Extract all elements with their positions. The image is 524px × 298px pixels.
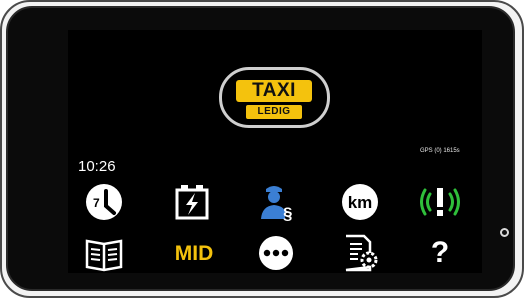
svg-text:§: § (283, 204, 292, 222)
clock: 10:26 (78, 158, 116, 175)
shift-clock-button[interactable]: 7 (82, 182, 126, 222)
screen: TAXI LEDIG GPS (0) 1615s 10:26 7 § km MI… (68, 30, 482, 273)
alert-signal-icon (420, 188, 460, 216)
more-icon (259, 236, 293, 270)
document-settings-button[interactable] (338, 233, 382, 273)
document-settings-icon (345, 234, 378, 272)
mid-label: MID (174, 241, 214, 265)
help-button[interactable]: ? (418, 233, 462, 273)
help-icon: ? (430, 236, 450, 269)
shift-clock-label: 7 (93, 196, 100, 210)
taxi-sign[interactable]: TAXI LEDIG (219, 67, 330, 128)
taxi-sign-status: LEDIG (246, 105, 302, 119)
officer-legal-button[interactable]: § (254, 182, 298, 222)
officer-legal-icon: § (261, 186, 292, 222)
shift-clock-icon: 7 (86, 184, 122, 220)
book-button[interactable] (82, 233, 126, 273)
gps-status: GPS (0) 1615s (420, 148, 460, 154)
km-label: km (348, 193, 373, 212)
mid-button[interactable]: MID (168, 233, 220, 273)
alert-signal-button[interactable] (418, 182, 462, 222)
battery-charge-button[interactable] (170, 182, 214, 222)
book-icon (85, 239, 123, 272)
taxi-sign-title: TAXI (236, 80, 312, 102)
home-button[interactable] (500, 228, 509, 237)
more-button[interactable] (254, 233, 298, 273)
km-icon: km (342, 184, 378, 220)
km-button[interactable]: km (338, 182, 382, 222)
battery-charge-icon (175, 185, 209, 220)
